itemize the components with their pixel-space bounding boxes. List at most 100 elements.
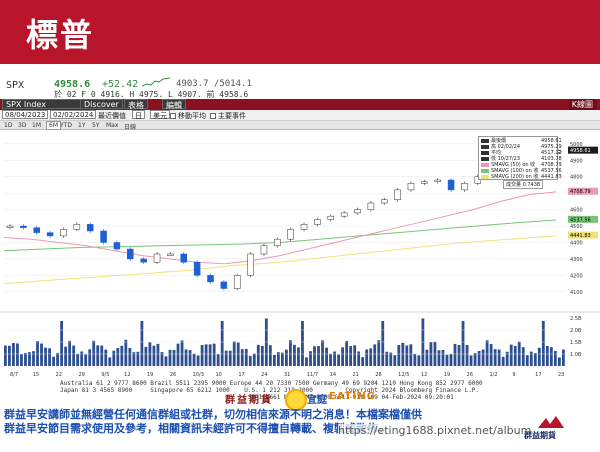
volume-bar: [156, 343, 160, 366]
x-tick-label: 1/2: [490, 372, 498, 378]
x-tick-label: 9/5: [101, 372, 109, 378]
period-select[interactable]: 日: [132, 110, 145, 120]
k-chart-button[interactable]: K線圖: [568, 99, 596, 110]
moving-avg-option[interactable]: 移動平均: [170, 111, 206, 121]
toolbar: SPX Index Discover 表格 編輯 K線圖: [0, 99, 600, 110]
y-tick-label: 4400: [570, 240, 583, 246]
volume-bar: [425, 349, 429, 366]
y-tick-label: 4200: [570, 273, 583, 279]
candle-body: [207, 275, 214, 283]
legend-swatch: [481, 138, 489, 143]
volume-bar: [268, 345, 272, 366]
album-url[interactable]: https://eting1688.pixnet.net/album: [338, 424, 532, 437]
legend-swatch: [481, 174, 489, 179]
volume-bar: [4, 345, 7, 366]
range-tab-max[interactable]: Max: [106, 122, 118, 129]
volume-bar: [180, 340, 184, 366]
volume-bar: [216, 354, 220, 366]
volume-bar: [24, 352, 27, 366]
candle-body: [140, 258, 147, 263]
disclaimer-line-1: 群益早安講師並無經營任何通信群組或社群，切勿相信來源不明之消息！本檔案檔僅供: [4, 408, 422, 421]
volume-bar: [192, 353, 196, 366]
range-tab-1d[interactable]: 1D: [4, 122, 12, 129]
volume-bar: [280, 352, 284, 366]
x-tick-label: 9: [512, 372, 515, 378]
volume-bar: [501, 356, 505, 366]
logo-text-eating: EATING: [329, 391, 376, 402]
candle-body: [193, 261, 201, 276]
y-tick-label: 4800: [570, 175, 583, 181]
y-tick-label: 4100: [570, 290, 583, 296]
y-tick-label: 4500: [570, 224, 583, 230]
volume-bar: [188, 350, 192, 366]
candle-body: [274, 238, 281, 247]
chart-controls: 08/04/2023 02/02/2024 最近價值 日 美元 移動平均 主要事…: [0, 110, 600, 121]
candle-body: [434, 179, 441, 182]
volume-bar: [248, 355, 252, 366]
x-tick-label: 15: [33, 372, 39, 378]
volume-bar: [461, 321, 465, 366]
volume-bar: [349, 346, 353, 366]
volume-bar: [84, 354, 88, 366]
volume-bar: [369, 348, 373, 366]
candle-body: [300, 224, 308, 230]
volume-bar: [397, 344, 401, 366]
volume-bar: [533, 353, 537, 366]
volume-bar: [393, 355, 397, 366]
legend-swatch: [481, 144, 489, 149]
x-tick-label: 24: [261, 372, 267, 378]
edit-button[interactable]: 編輯: [162, 99, 186, 110]
volume-bar: [357, 351, 361, 366]
x-tick-label: 26: [170, 372, 176, 378]
volume-bar: [12, 342, 15, 366]
volume-bar: [509, 344, 513, 366]
end-date-field[interactable]: 02/02/2024: [50, 110, 97, 119]
candle-body: [247, 253, 254, 276]
events-option[interactable]: 主要事件: [210, 111, 246, 121]
volume-bar: [417, 355, 421, 366]
candle-body: [86, 224, 94, 232]
range-tab-6m[interactable]: 6M: [46, 121, 61, 130]
volume-bar: [389, 352, 393, 366]
range-tab-1y[interactable]: 1Y: [78, 122, 85, 129]
x-tick-label: 10: [216, 372, 222, 378]
volume-bar: [28, 352, 31, 366]
range-tab-ytd[interactable]: YTD: [60, 122, 72, 129]
volume-bar: [164, 356, 168, 366]
table-button[interactable]: 表格: [124, 99, 148, 110]
candle-body: [20, 225, 27, 228]
discover-button[interactable]: Discover: [80, 99, 123, 109]
moving-avg-label: 移動平均: [178, 112, 206, 120]
volume-bar: [321, 340, 324, 366]
header-bar: 標普: [0, 0, 600, 64]
volume-bar: [521, 347, 525, 366]
bid-ask: 4903.7 /5014.1: [176, 79, 252, 89]
volume-bar: [256, 344, 260, 366]
volume-bar: [244, 348, 248, 366]
candle-body: [127, 248, 134, 260]
volume-bar: [120, 345, 124, 366]
volume-bar: [285, 349, 288, 366]
legend-swatch: [481, 162, 489, 167]
volume-bar: [132, 352, 136, 366]
candle-body: [233, 275, 241, 289]
volume-bar: [489, 344, 493, 366]
x-tick-label: 11/7: [307, 372, 318, 378]
volume-bar: [469, 355, 473, 366]
period-label: 最近價值: [98, 112, 126, 120]
currency-select[interactable]: 美元: [150, 110, 170, 120]
volume-bar: [140, 321, 144, 366]
volume-bar: [176, 343, 180, 366]
volume-bar: [525, 355, 529, 366]
volume-bar: [437, 350, 441, 366]
volume-bar: [144, 346, 148, 366]
volume-bar: [341, 347, 345, 366]
volume-bar: [32, 351, 35, 366]
start-date-field[interactable]: 08/04/2023: [2, 110, 49, 119]
range-tab-1m[interactable]: 1M: [32, 122, 41, 129]
volume-bar: [301, 321, 304, 366]
range-tab-5y[interactable]: 5Y: [92, 122, 99, 129]
volume-bar: [184, 349, 188, 366]
volume-bar: [473, 353, 477, 366]
range-tab-3d[interactable]: 3D: [18, 122, 26, 129]
